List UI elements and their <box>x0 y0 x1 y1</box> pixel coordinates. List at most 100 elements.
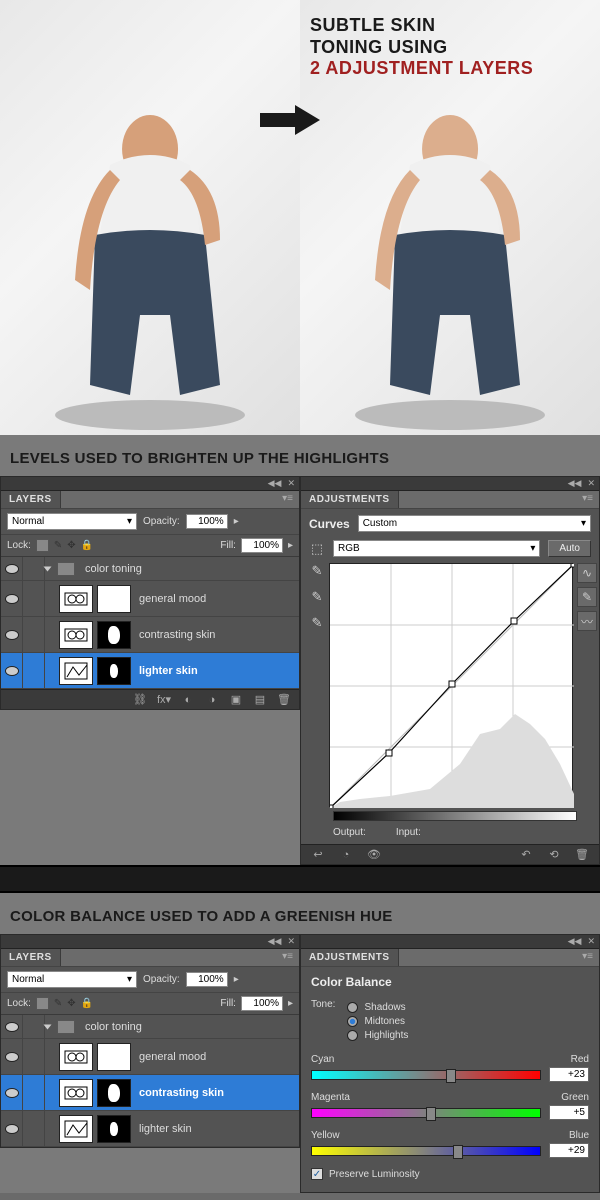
link-icon[interactable]: ⛓ <box>133 693 147 707</box>
collapse-icon[interactable]: ◀◀ <box>268 936 282 947</box>
fx-icon[interactable]: fx▾ <box>157 693 171 707</box>
adjustment-thumb[interactable] <box>59 1115 93 1143</box>
adjustment-thumb[interactable] <box>59 1043 93 1071</box>
blend-mode-dropdown[interactable]: Normal▾ <box>7 971 137 988</box>
close-panel-icon[interactable]: ✕ <box>287 478 295 489</box>
mask-icon[interactable]: ◐ <box>181 693 195 707</box>
adjustment-thumb[interactable] <box>59 657 93 685</box>
new-layer-icon[interactable]: ▤ <box>253 693 267 707</box>
mg-value[interactable]: +5 <box>549 1105 589 1120</box>
eye-icon[interactable] <box>5 666 19 676</box>
layer-name[interactable]: lighter skin <box>133 1123 192 1135</box>
lock-transparent-icon[interactable] <box>36 997 49 1010</box>
layer-group-row[interactable]: color toning <box>1 1015 299 1039</box>
eye-icon[interactable] <box>5 630 19 640</box>
close-panel-icon[interactable]: ✕ <box>287 936 295 947</box>
mask-thumb[interactable] <box>97 1043 131 1071</box>
group-name[interactable]: color toning <box>79 563 142 575</box>
adjustment-icon[interactable]: ◑ <box>205 693 219 707</box>
eye-icon[interactable] <box>5 1088 19 1098</box>
eye-icon[interactable] <box>5 564 19 574</box>
eye-icon[interactable] <box>5 594 19 604</box>
close-panel-icon[interactable]: ✕ <box>587 478 595 489</box>
layer-row-selected[interactable]: lighter skin <box>1 653 299 689</box>
pencil-tool-icon[interactable]: ✎ <box>577 587 597 607</box>
layer-row[interactable]: contrasting skin <box>1 617 299 653</box>
opacity-flyout-icon[interactable]: ▸ <box>234 974 239 985</box>
lock-transparent-icon[interactable] <box>36 539 49 552</box>
lock-brush-icon[interactable]: ✎ <box>54 998 62 1009</box>
reset-icon[interactable]: ⟲ <box>547 848 561 862</box>
fill-flyout-icon[interactable]: ▸ <box>288 540 293 551</box>
layer-name[interactable]: general mood <box>133 1051 206 1063</box>
layer-row[interactable]: general mood <box>1 581 299 617</box>
channel-dropdown[interactable]: RGB▾ <box>333 540 540 557</box>
layers-tab[interactable]: LAYERS <box>1 949 61 966</box>
disclosure-icon[interactable] <box>44 1024 52 1029</box>
disclosure-icon[interactable] <box>44 566 52 571</box>
new-group-icon[interactable]: ▣ <box>229 693 243 707</box>
lock-move-icon[interactable]: ✥ <box>67 998 75 1009</box>
lock-all-icon[interactable]: 🔒 <box>81 998 93 1009</box>
eye-icon[interactable] <box>5 1022 19 1032</box>
eyedropper-gray-icon[interactable]: ✎ <box>309 589 325 605</box>
layer-name[interactable]: general mood <box>133 593 206 605</box>
layers-tab[interactable]: LAYERS <box>1 491 61 508</box>
auto-button[interactable]: Auto <box>548 540 591 557</box>
adjustment-thumb[interactable] <box>59 1079 93 1107</box>
trash-icon[interactable]: 🗑 <box>575 848 589 862</box>
eye-icon[interactable] <box>5 1124 19 1134</box>
collapse-icon[interactable]: ◀◀ <box>268 478 282 489</box>
opacity-field[interactable]: 100% <box>186 972 228 987</box>
lock-move-icon[interactable]: ✥ <box>67 540 75 551</box>
layer-row[interactable]: general mood <box>1 1039 299 1075</box>
eye-icon[interactable] <box>5 1052 19 1062</box>
adjustments-tab[interactable]: ADJUSTMENTS <box>301 491 399 508</box>
collapse-icon[interactable]: ◀◀ <box>568 478 582 489</box>
panel-menu-icon[interactable]: ▾≡ <box>576 949 599 966</box>
collapse-icon[interactable]: ◀◀ <box>568 936 582 947</box>
mask-thumb[interactable] <box>97 1079 131 1107</box>
opacity-field[interactable]: 100% <box>186 514 228 529</box>
magenta-green-slider[interactable] <box>311 1108 541 1118</box>
eyedropper-black-icon[interactable]: ✎ <box>309 563 325 579</box>
yb-value[interactable]: +29 <box>549 1143 589 1158</box>
panel-menu-icon[interactable]: ▾≡ <box>576 491 599 508</box>
blend-mode-dropdown[interactable]: Normal▾ <box>7 513 137 530</box>
lock-brush-icon[interactable]: ✎ <box>54 540 62 551</box>
yellow-blue-slider[interactable] <box>311 1146 541 1156</box>
layer-row[interactable]: lighter skin <box>1 1111 299 1147</box>
cr-value[interactable]: +23 <box>549 1067 589 1082</box>
tone-midtones-radio[interactable]: Midtones <box>347 1016 408 1027</box>
layer-group-row[interactable]: color toning <box>1 557 299 581</box>
tone-shadows-radio[interactable]: Shadows <box>347 1002 408 1013</box>
mask-thumb[interactable] <box>97 657 131 685</box>
curves-graph[interactable] <box>329 563 573 807</box>
clip-icon[interactable]: ◔ <box>339 848 353 862</box>
return-icon[interactable]: ↩ <box>311 848 325 862</box>
cyan-red-slider[interactable] <box>311 1070 541 1080</box>
lock-all-icon[interactable]: 🔒 <box>81 540 93 551</box>
group-name[interactable]: color toning <box>79 1021 142 1033</box>
adjustment-thumb[interactable] <box>59 585 93 613</box>
adjustment-thumb[interactable] <box>59 621 93 649</box>
eyedropper-white-icon[interactable]: ✎ <box>309 615 325 631</box>
preserve-luminosity-checkbox[interactable]: ✓ Preserve Luminosity <box>311 1168 589 1180</box>
fill-flyout-icon[interactable]: ▸ <box>288 998 293 1009</box>
layer-row-selected[interactable]: contrasting skin <box>1 1075 299 1111</box>
panel-menu-icon[interactable]: ▾≡ <box>276 949 299 966</box>
mask-thumb[interactable] <box>97 585 131 613</box>
adjustments-tab[interactable]: ADJUSTMENTS <box>301 949 399 966</box>
input-gradient[interactable] <box>333 811 577 821</box>
mask-thumb[interactable] <box>97 1115 131 1143</box>
curves-preset-dropdown[interactable]: Custom▾ <box>358 515 591 532</box>
mask-thumb[interactable] <box>97 621 131 649</box>
target-adjust-icon[interactable]: ⬚ <box>309 541 325 557</box>
curve-tool-icon[interactable]: ∿ <box>577 563 597 583</box>
trash-icon[interactable]: 🗑 <box>277 693 291 707</box>
close-panel-icon[interactable]: ✕ <box>587 936 595 947</box>
prev-state-icon[interactable]: ↶ <box>519 848 533 862</box>
panel-menu-icon[interactable]: ▾≡ <box>276 491 299 508</box>
layer-name[interactable]: contrasting skin <box>133 1087 224 1099</box>
fill-field[interactable]: 100% <box>241 996 283 1011</box>
